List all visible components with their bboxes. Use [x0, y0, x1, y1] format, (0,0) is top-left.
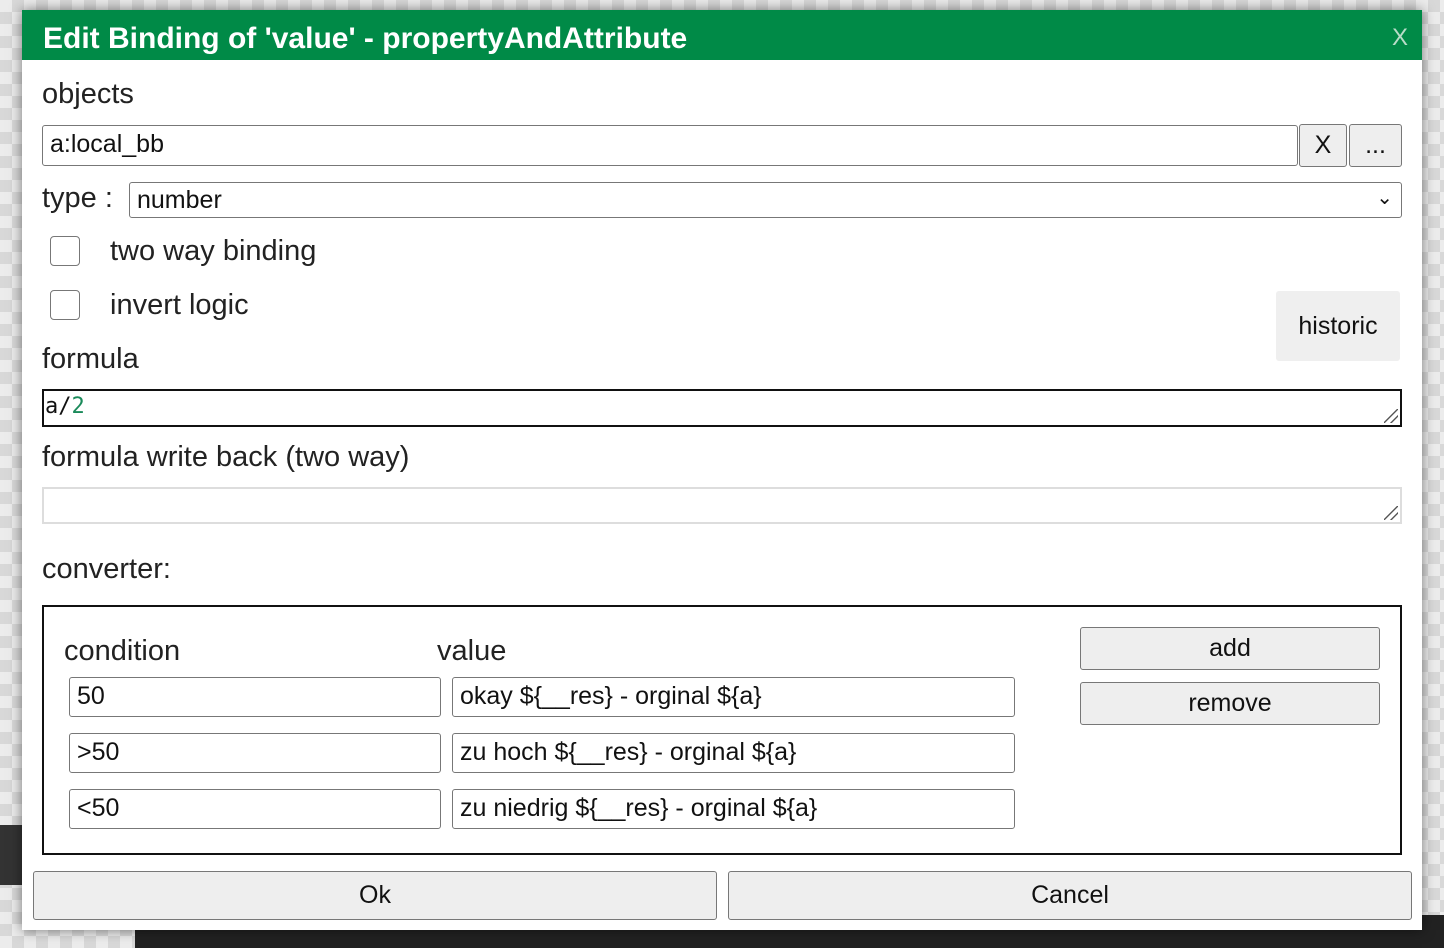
- value-header: value: [437, 635, 507, 667]
- chevron-down-icon: ⌄: [1376, 187, 1393, 209]
- browse-objects-button[interactable]: ...: [1349, 124, 1402, 167]
- condition-input[interactable]: >50: [69, 733, 441, 773]
- ok-button[interactable]: Ok: [33, 871, 717, 920]
- type-select[interactable]: number ⌄: [129, 182, 1402, 218]
- invert-logic-label: invert logic: [110, 289, 249, 321]
- two-way-binding-checkbox[interactable]: [50, 236, 80, 266]
- condition-input[interactable]: 50: [69, 677, 441, 717]
- formula-textarea[interactable]: a/2: [42, 389, 1402, 427]
- formula-text: a/: [45, 394, 72, 419]
- dialog-title-bar: Edit Binding of 'value' - propertyAndAtt…: [22, 10, 1422, 60]
- value-input[interactable]: zu niedrig ${__res} - orginal ${a}: [452, 789, 1015, 829]
- value-input[interactable]: okay ${__res} - orginal ${a}: [452, 677, 1015, 717]
- write-back-textarea[interactable]: [42, 487, 1402, 524]
- remove-converter-button[interactable]: remove: [1080, 682, 1380, 725]
- value-input[interactable]: zu hoch ${__res} - orginal ${a}: [452, 733, 1015, 773]
- formula-number: 2: [71, 394, 85, 419]
- close-icon[interactable]: X: [1392, 24, 1408, 52]
- type-selected-value: number: [137, 186, 222, 214]
- resize-grip-icon[interactable]: [1384, 409, 1398, 423]
- dialog-title: Edit Binding of 'value' - propertyAndAtt…: [43, 22, 688, 55]
- converter-panel: condition value 50 okay ${__res} - orgin…: [42, 605, 1402, 855]
- historic-button[interactable]: historic: [1276, 291, 1400, 361]
- condition-header: condition: [64, 635, 181, 667]
- cancel-button[interactable]: Cancel: [728, 871, 1412, 920]
- type-label: type :: [42, 182, 113, 214]
- invert-logic-checkbox[interactable]: [50, 290, 80, 320]
- two-way-binding-label: two way binding: [110, 235, 317, 267]
- condition-input[interactable]: <50: [69, 789, 441, 829]
- converter-label: converter:: [42, 553, 171, 585]
- objects-input[interactable]: a:local_bb: [42, 125, 1298, 166]
- background-panel: [0, 825, 22, 885]
- objects-label: objects: [42, 78, 134, 110]
- resize-grip-icon[interactable]: [1384, 506, 1398, 520]
- edit-binding-dialog: Edit Binding of 'value' - propertyAndAtt…: [22, 10, 1422, 930]
- clear-objects-button[interactable]: X: [1299, 124, 1347, 167]
- formula-label: formula: [42, 343, 139, 375]
- add-converter-button[interactable]: add: [1080, 627, 1380, 670]
- write-back-label: formula write back (two way): [42, 441, 410, 473]
